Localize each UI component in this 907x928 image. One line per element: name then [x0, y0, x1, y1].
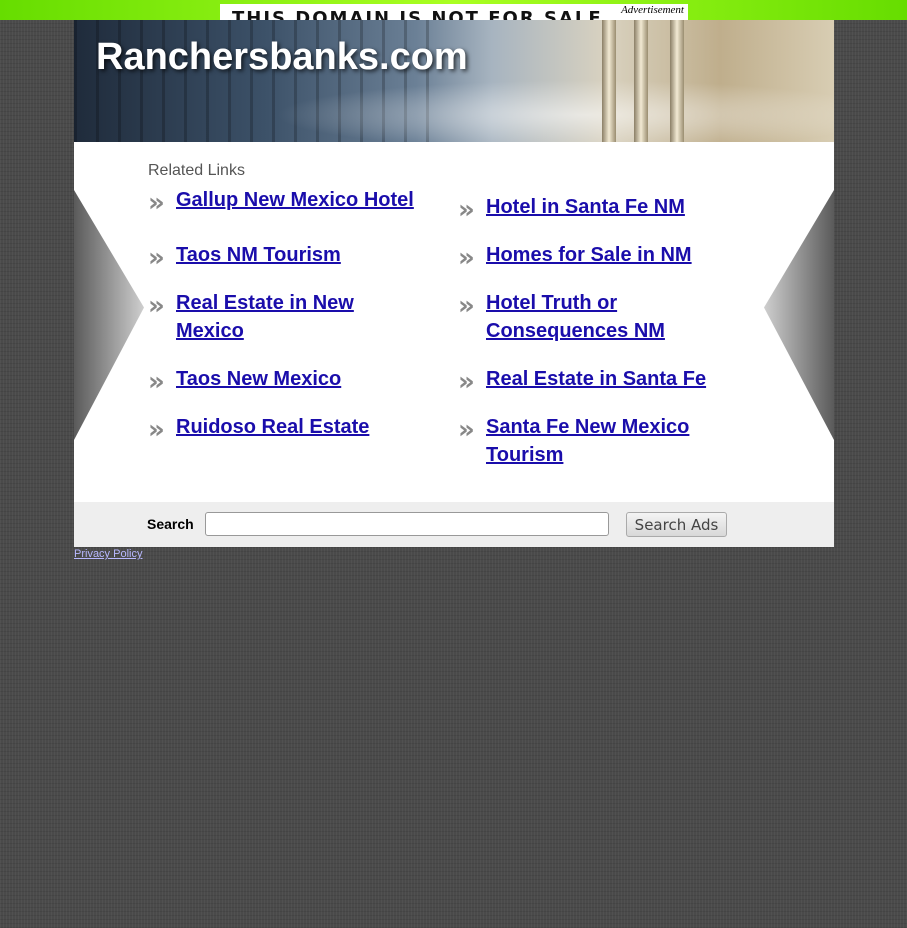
- related-link[interactable]: Taos NM Tourism: [176, 241, 426, 269]
- ad-banner[interactable]: THIS DOMAIN IS NOT FOR SALE Advertisemen…: [220, 4, 688, 20]
- header-column: [670, 20, 684, 142]
- search-input[interactable]: [205, 512, 609, 536]
- related-link[interactable]: Taos New Mexico: [176, 365, 426, 393]
- search-label: Search: [147, 516, 194, 532]
- double-chevron-icon: »: [458, 367, 475, 397]
- search-bar: Search Search Ads: [74, 502, 834, 547]
- related-link[interactable]: Santa Fe New Mexico Tourism: [486, 413, 716, 469]
- related-link[interactable]: Real Estate in New Mexico: [176, 289, 396, 345]
- double-chevron-icon: »: [148, 291, 165, 321]
- header-column: [634, 20, 648, 142]
- ad-label: Advertisement: [619, 4, 686, 16]
- double-chevron-icon: »: [458, 415, 475, 445]
- left-arrow-decoration: [74, 190, 144, 440]
- double-chevron-icon: »: [148, 188, 165, 218]
- site-header: Ranchersbanks.com: [74, 20, 834, 142]
- right-arrow-decoration: [764, 190, 834, 440]
- related-link[interactable]: Gallup New Mexico Hotel: [176, 186, 426, 214]
- ad-banner-text[interactable]: THIS DOMAIN IS NOT FOR SALE: [232, 10, 603, 21]
- double-chevron-icon: »: [458, 195, 475, 225]
- double-chevron-icon: »: [148, 367, 165, 397]
- related-link[interactable]: Homes for Sale in NM: [486, 241, 736, 269]
- header-column: [602, 20, 616, 142]
- related-link[interactable]: Ruidoso Real Estate: [176, 413, 426, 441]
- related-links-title: Related Links: [148, 162, 245, 179]
- related-link[interactable]: Hotel in Santa Fe NM: [486, 193, 736, 221]
- double-chevron-icon: »: [458, 291, 475, 321]
- double-chevron-icon: »: [148, 243, 165, 273]
- search-ads-button[interactable]: Search Ads: [626, 512, 727, 537]
- double-chevron-icon: »: [148, 415, 165, 445]
- site-title: Ranchersbanks.com: [96, 36, 468, 78]
- related-link[interactable]: Real Estate in Santa Fe: [486, 365, 766, 393]
- privacy-policy-link[interactable]: Privacy Policy: [74, 548, 142, 560]
- double-chevron-icon: »: [458, 243, 475, 273]
- related-link[interactable]: Hotel Truth or Consequences NM: [486, 289, 686, 345]
- main-content: Related Links » Gallup New Mexico Hotel …: [74, 142, 834, 502]
